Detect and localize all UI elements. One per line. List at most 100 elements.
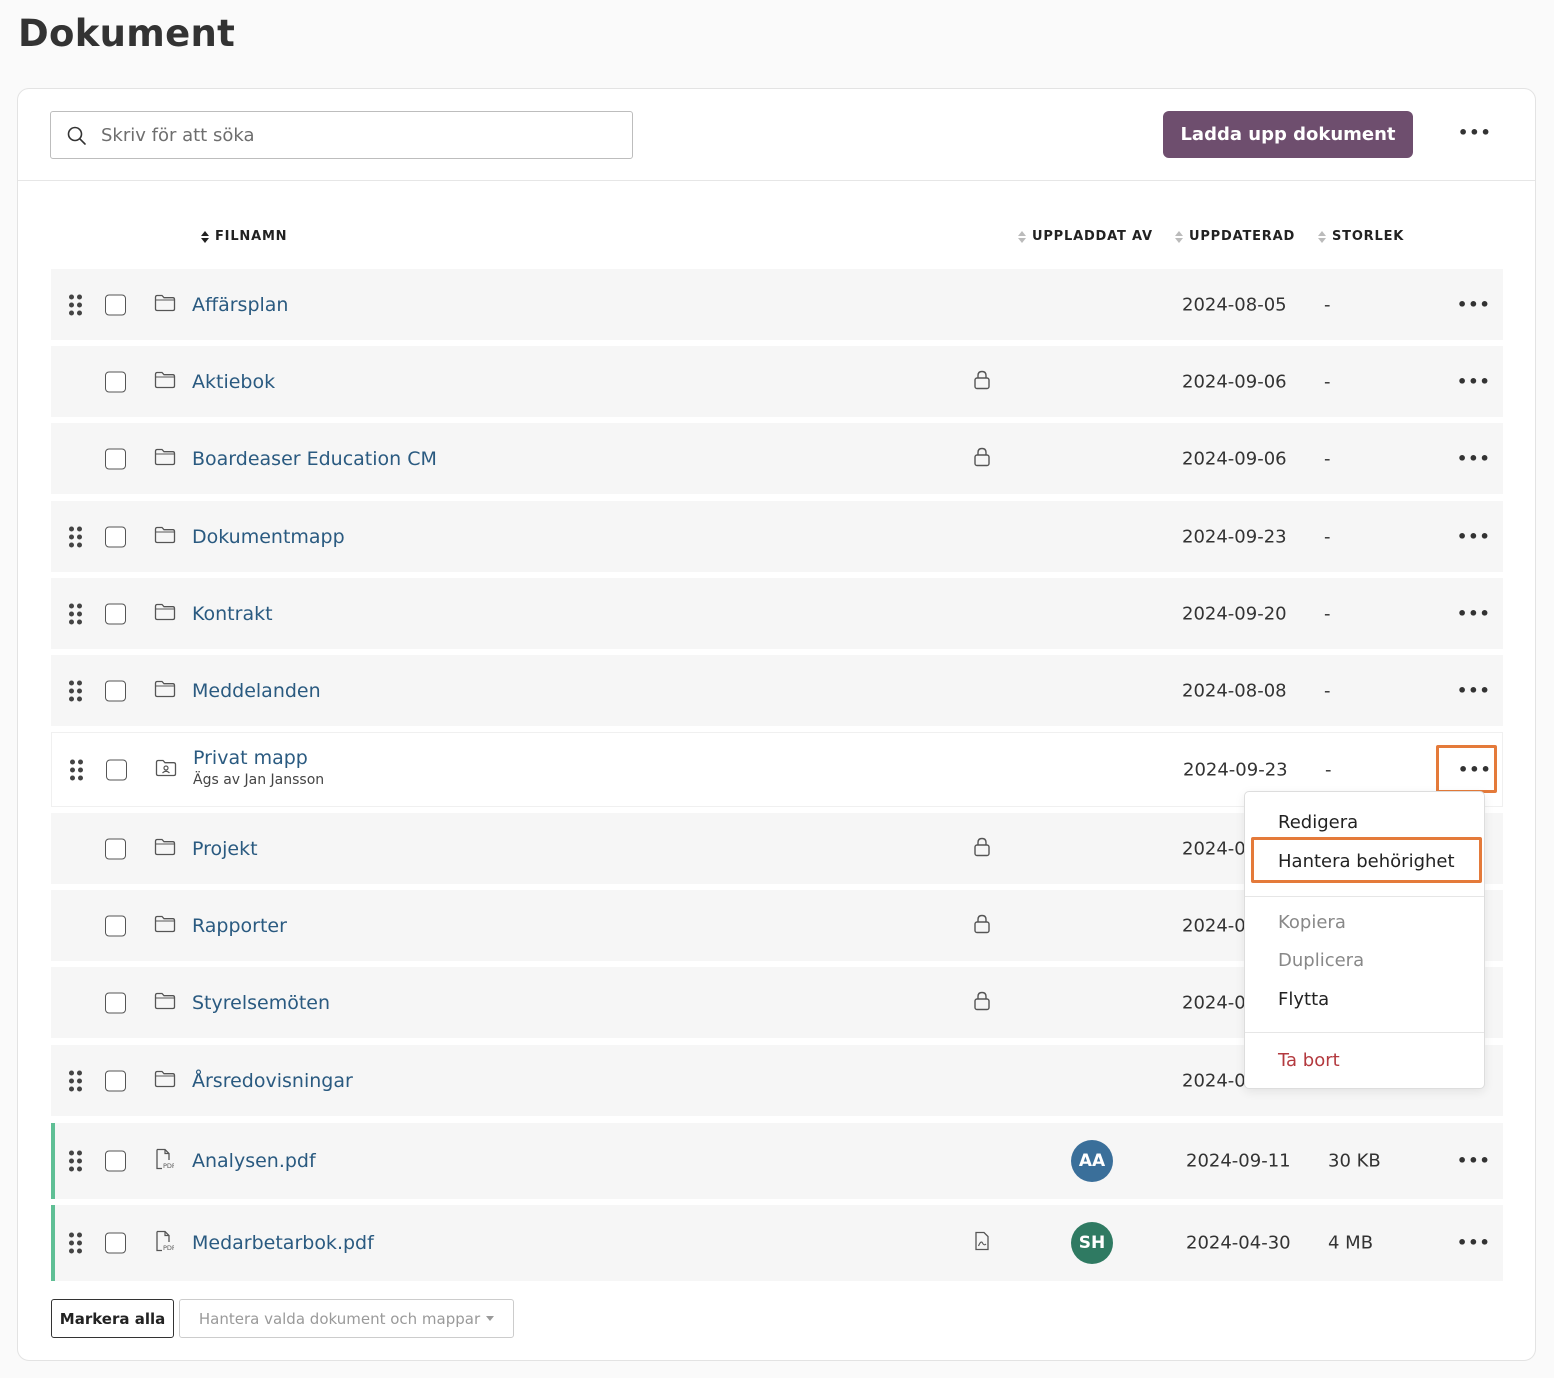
document-name-link[interactable]: Aktiebok (192, 371, 275, 393)
search-input[interactable] (101, 112, 621, 158)
lock-icon (973, 837, 991, 861)
drag-handle-icon[interactable] (69, 680, 82, 701)
document-row[interactable]: PDF Medarbetarbok.pdf SH 2024-04-30 4 MB ••• (51, 1205, 1503, 1281)
drag-handle-icon[interactable] (69, 1232, 82, 1254)
document-name-link[interactable]: Rapporter (192, 915, 287, 937)
row-checkbox[interactable] (105, 294, 126, 315)
avatar: SH (1071, 1222, 1113, 1264)
ellipsis-icon[interactable]: ••• (1457, 450, 1491, 467)
pdf-file-icon: PDF (154, 1230, 176, 1256)
document-name-link[interactable]: Årsredovisningar (192, 1070, 353, 1092)
document-row[interactable]: Aktiebok 2024-09-06 - ••• (51, 346, 1503, 417)
document-name-link[interactable]: Dokumentmapp (192, 526, 345, 548)
document-row[interactable]: Meddelanden 2024-08-08 - ••• (51, 655, 1503, 726)
document-name-link[interactable]: Styrelsemöten (192, 992, 330, 1014)
drag-handle-icon[interactable] (70, 759, 83, 780)
ellipsis-icon[interactable]: ••• (1457, 373, 1491, 390)
lock-icon (973, 991, 991, 1015)
select-all-button[interactable]: Markera alla (51, 1299, 174, 1338)
file-size: - (1324, 294, 1331, 315)
upload-document-button[interactable]: Ladda upp dokument (1163, 111, 1413, 158)
updated-date: 2024-09-23 (1183, 759, 1288, 780)
folder-icon (154, 294, 176, 316)
document-name-link[interactable]: Affärsplan (192, 294, 288, 316)
row-checkbox[interactable] (105, 838, 126, 859)
toolbar: Ladda upp dokument ••• (18, 89, 1535, 181)
file-size: - (1324, 680, 1331, 701)
menu-item-edit[interactable]: Redigera (1278, 812, 1358, 833)
row-checkbox[interactable] (105, 448, 126, 469)
owner-label: Ägs av Jan Jansson (193, 772, 325, 788)
column-header-label: UPPDATERAD (1189, 229, 1296, 244)
row-checkbox[interactable] (105, 915, 126, 936)
row-checkbox[interactable] (105, 371, 126, 392)
row-checkbox[interactable] (105, 680, 126, 701)
column-header-updated[interactable]: UPPDATERAD (1175, 229, 1295, 244)
updated-date: 2024-09-06 (1182, 448, 1287, 469)
svg-text:PDF: PDF (163, 1244, 174, 1252)
updated-date: 2024-09-23 (1182, 526, 1287, 547)
row-checkbox[interactable] (105, 1070, 126, 1091)
document-name-link[interactable]: Analysen.pdf (192, 1150, 316, 1172)
drag-handle-icon[interactable] (69, 294, 82, 315)
folder-icon (154, 680, 176, 702)
updated-date: 2024-0 (1182, 1070, 1246, 1091)
file-size: - (1324, 371, 1331, 392)
ellipsis-icon[interactable]: ••• (1457, 605, 1491, 622)
document-row[interactable]: Boardeaser Education CM 2024-09-06 - ••• (51, 423, 1503, 494)
document-name-link[interactable]: Medarbetarbok.pdf (192, 1232, 374, 1254)
row-checkbox[interactable] (105, 1150, 126, 1172)
drag-handle-icon[interactable] (69, 1070, 82, 1091)
folder-icon (154, 371, 176, 393)
menu-item-move[interactable]: Flytta (1278, 989, 1329, 1010)
column-header-filename[interactable]: FILNAMN (201, 229, 287, 244)
updated-date: 2024-09-20 (1182, 603, 1287, 624)
menu-item-delete[interactable]: Ta bort (1278, 1050, 1340, 1071)
svg-text:PDF: PDF (163, 1162, 174, 1170)
menu-divider (1245, 1032, 1484, 1033)
caret-down-icon (486, 1316, 495, 1321)
menu-item-copy: Kopiera (1278, 912, 1346, 933)
row-checkbox[interactable] (105, 1232, 126, 1254)
document-name-link[interactable]: Meddelanden (192, 680, 321, 702)
search-icon (67, 126, 86, 145)
sort-icon (1018, 230, 1026, 243)
document-name-link[interactable]: Boardeaser Education CM (192, 448, 437, 470)
updated-date: 2024-09-11 (1186, 1150, 1291, 1172)
sort-icon (1318, 230, 1326, 243)
row-checkbox[interactable] (106, 759, 127, 780)
drag-handle-icon[interactable] (69, 1150, 82, 1172)
column-header-label: UPPLADDAT AV (1032, 229, 1153, 244)
column-header-size[interactable]: STORLEK (1318, 229, 1404, 244)
column-header-label: STORLEK (1332, 229, 1405, 244)
lock-icon (973, 370, 991, 394)
menu-divider (1245, 896, 1484, 897)
ellipsis-icon[interactable]: ••• (1457, 528, 1491, 545)
drag-handle-icon[interactable] (69, 603, 82, 624)
document-name-link[interactable]: Privat mapp (193, 747, 324, 769)
document-row[interactable]: Affärsplan 2024-08-05 - ••• (51, 269, 1503, 340)
ellipsis-icon[interactable]: ••• (1457, 1235, 1491, 1251)
bulk-actions-label: Hantera valda dokument och mappar (198, 1309, 481, 1328)
row-checkbox[interactable] (105, 992, 126, 1013)
document-row[interactable]: Kontrakt 2024-09-20 - ••• (51, 578, 1503, 649)
ellipsis-icon[interactable]: ••• (1457, 296, 1491, 313)
drag-handle-icon[interactable] (69, 526, 82, 547)
column-header-uploaded-by[interactable]: UPPLADDAT AV (1018, 229, 1153, 244)
document-name-link[interactable]: Kontrakt (192, 603, 273, 625)
row-checkbox[interactable] (105, 603, 126, 624)
updated-date: 2024-09-06 (1182, 371, 1287, 392)
document-name-link[interactable]: Projekt (192, 838, 258, 860)
ellipsis-icon[interactable]: ••• (1457, 682, 1491, 699)
ellipsis-icon[interactable]: ••• (1457, 1153, 1491, 1169)
document-row[interactable]: Dokumentmapp 2024-09-23 - ••• (51, 501, 1503, 572)
search-box[interactable] (50, 111, 633, 159)
folder-icon (154, 603, 176, 625)
name-cell: Privat mapp Ägs av Jan Jansson (193, 747, 324, 788)
row-checkbox[interactable] (105, 526, 126, 547)
menu-item-manage-permissions[interactable]: Hantera behörighet (1278, 851, 1455, 872)
ellipsis-icon[interactable]: ••• (1458, 125, 1492, 141)
folder-icon (154, 1070, 176, 1092)
pdf-preview-icon[interactable] (973, 1231, 991, 1255)
document-row[interactable]: PDF Analysen.pdf AA 2024-09-11 30 KB ••• (51, 1123, 1503, 1199)
